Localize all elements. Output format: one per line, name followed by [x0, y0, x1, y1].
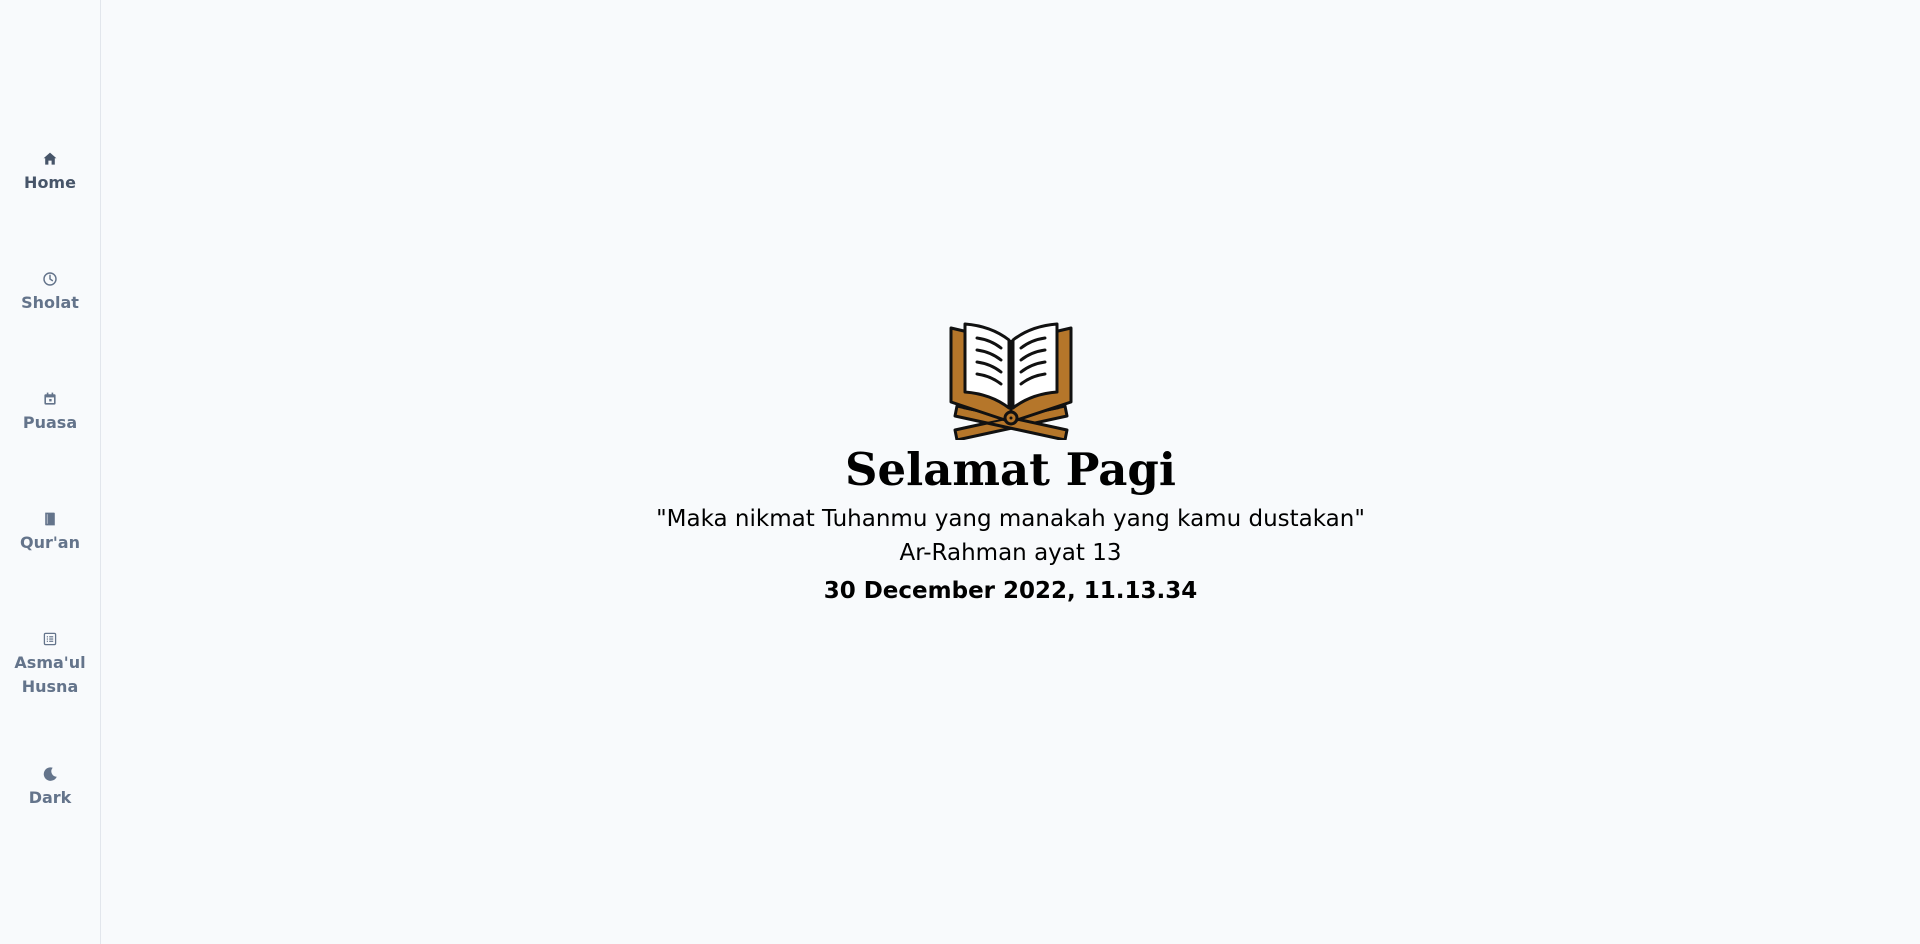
current-datetime: 30 December 2022, 11.13.34 — [823, 578, 1198, 604]
main-content: Selamat Pagi "Maka nikmat Tuhanmu yang m… — [101, 0, 1920, 944]
sidebar-item-label: Dark — [28, 788, 72, 807]
list-icon — [41, 630, 59, 648]
sidebar-item-label: Sholat — [21, 293, 79, 312]
app-root: Home Sholat Puasa Qur'an Asma'ul Husna D… — [0, 0, 1920, 944]
home-icon — [41, 150, 59, 168]
moon-icon — [41, 765, 59, 783]
sidebar-item-home[interactable]: Home — [0, 150, 100, 195]
sidebar-item-label: Puasa — [22, 413, 78, 432]
open-quran-icon — [947, 322, 1075, 442]
book-icon — [41, 510, 59, 528]
page-title: Selamat Pagi — [845, 443, 1176, 496]
verse-source: Ar-Rahman ayat 13 — [899, 540, 1122, 566]
sidebar-item-label: Asma'ul Husna — [14, 653, 86, 696]
sidebar-item-quran[interactable]: Qur'an — [0, 510, 100, 555]
sidebar: Home Sholat Puasa Qur'an Asma'ul Husna D… — [0, 0, 101, 944]
calendar-icon — [41, 390, 59, 408]
sidebar-item-asmaul-husna[interactable]: Asma'ul Husna — [0, 630, 100, 699]
verse-quote: "Maka nikmat Tuhanmu yang manakah yang k… — [656, 506, 1365, 532]
greeting-hero: Selamat Pagi "Maka nikmat Tuhanmu yang m… — [101, 322, 1920, 608]
sidebar-item-label: Qur'an — [20, 533, 80, 552]
sidebar-item-label: Home — [24, 173, 76, 192]
sidebar-item-sholat[interactable]: Sholat — [0, 270, 100, 315]
sidebar-item-puasa[interactable]: Puasa — [0, 390, 100, 435]
clock-icon — [41, 270, 59, 288]
theme-toggle-button[interactable]: Dark — [0, 765, 100, 810]
